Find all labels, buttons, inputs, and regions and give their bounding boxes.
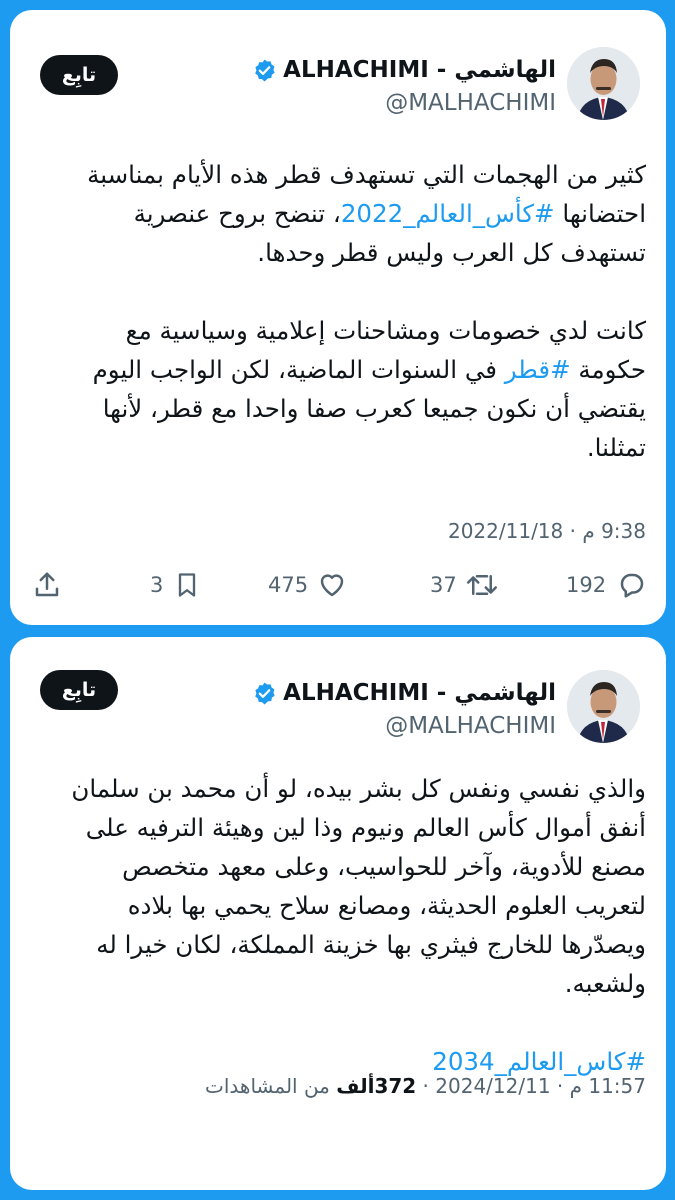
follow-button[interactable]: تابِع xyxy=(40,670,118,710)
avatar[interactable] xyxy=(567,670,640,743)
tweet-line: تستهدف كل العرب وليس قطر وحدها. xyxy=(257,238,646,267)
tweet-timestamp[interactable]: 11:57 م · 2024/12/11 xyxy=(435,1074,646,1098)
tweet-line: أنفق أموال كأس العالم ونيوم وذا لين وهيئ… xyxy=(85,813,646,842)
tweet-line: والذي نفسي ونفس كل بشر بيده، لو أن محمد … xyxy=(71,774,646,803)
reply-button[interactable]: 192 xyxy=(566,570,648,600)
verified-badge-icon xyxy=(255,59,275,81)
tweet-timestamp[interactable]: 9:38 م · 2022/11/18 xyxy=(448,519,646,543)
share-button[interactable] xyxy=(32,570,62,600)
reply-icon xyxy=(620,573,644,598)
like-button[interactable]: 475 xyxy=(268,570,348,600)
share-icon xyxy=(35,572,59,597)
tweet-text: والذي نفسي ونفس كل بشر بيده، لو أن محمد … xyxy=(26,769,646,1120)
tweet-line: احتضانها #كأس_العالم_2022، تنضح بروح عنص… xyxy=(133,199,646,228)
tweet-line: حكومة #قطر في السنوات الماضية، لكن الواج… xyxy=(92,355,646,384)
bookmark-count: 3 xyxy=(150,573,164,597)
author-name-row: ALHACHIMI - الهاشمي xyxy=(252,57,556,83)
author-handle[interactable]: @MALHACHIMI xyxy=(385,713,556,739)
tweet-text: كثير من الهجمات التي تستهدف قطر هذه الأي… xyxy=(26,155,646,506)
tweet-line: مصنع للأدوية، وآخر للحواسيب، وعلى معهد م… xyxy=(122,852,646,881)
like-icon xyxy=(320,574,344,597)
action-bar: 3 475 37 192 xyxy=(10,570,666,610)
tweet-line: ويصدّرها للخارج فيثري بها خزينة المملكة،… xyxy=(96,930,646,959)
hashtag-link[interactable]: #كاس_العالم_2034 xyxy=(432,1047,646,1076)
like-count: 475 xyxy=(268,573,309,597)
verified-badge-icon xyxy=(255,682,275,704)
tweet-line: كانت لدي خصومات ومشاحنات إعلامية وسياسية… xyxy=(125,316,646,345)
author-name[interactable]: ALHACHIMI - الهاشمي xyxy=(283,57,556,83)
retweet-icon xyxy=(466,575,497,595)
bookmark-icon xyxy=(179,573,196,597)
tweet-line: لتعريب العلوم الحديثة، ومصانع سلاح يحمي … xyxy=(127,891,646,920)
retweet-button[interactable]: 37 xyxy=(430,570,499,600)
bookmark-button[interactable]: 3 xyxy=(150,570,201,600)
meta-separator: · xyxy=(416,1074,429,1098)
views-count[interactable]: 372ألف xyxy=(336,1074,416,1098)
avatar[interactable] xyxy=(567,47,640,120)
tweet-paragraph: كانت لدي خصومات ومشاحنات إعلامية وسياسية… xyxy=(26,311,646,467)
tweet-paragraph: والذي نفسي ونفس كل بشر بيده، لو أن محمد … xyxy=(26,769,646,1003)
tweet-meta: 11:57 م · 2024/12/11 · 372ألف من المشاهد… xyxy=(205,1074,646,1098)
tweet-card-1: ALHACHIMI - الهاشمي @MALHACHIMI تابِع كث… xyxy=(10,10,666,625)
author-name-row: ALHACHIMI - الهاشمي xyxy=(252,680,556,706)
views-label: من المشاهدات xyxy=(205,1074,330,1098)
tweet-paragraph: كثير من الهجمات التي تستهدف قطر هذه الأي… xyxy=(26,155,646,272)
tweet-card-2: ALHACHIMI - الهاشمي @MALHACHIMI تابِع وا… xyxy=(10,637,666,1190)
reply-count: 192 xyxy=(566,573,607,597)
retweet-count: 37 xyxy=(430,573,457,597)
author-handle[interactable]: @MALHACHIMI xyxy=(385,90,556,116)
hashtag-link[interactable]: #كأس_العالم_2022 xyxy=(341,199,555,228)
tweet-line: ولشعبه. xyxy=(564,969,646,998)
author-name[interactable]: ALHACHIMI - الهاشمي xyxy=(283,680,556,706)
hashtag-link[interactable]: #قطر xyxy=(505,355,571,384)
tweet-line: كثير من الهجمات التي تستهدف قطر هذه الأي… xyxy=(87,160,646,189)
tweet-line: يقتضي أن نكون جميعا كعرب صفا واحدا مع قط… xyxy=(102,394,646,423)
tweet-line: تمثلنا. xyxy=(586,433,646,462)
follow-button[interactable]: تابِع xyxy=(40,55,118,95)
